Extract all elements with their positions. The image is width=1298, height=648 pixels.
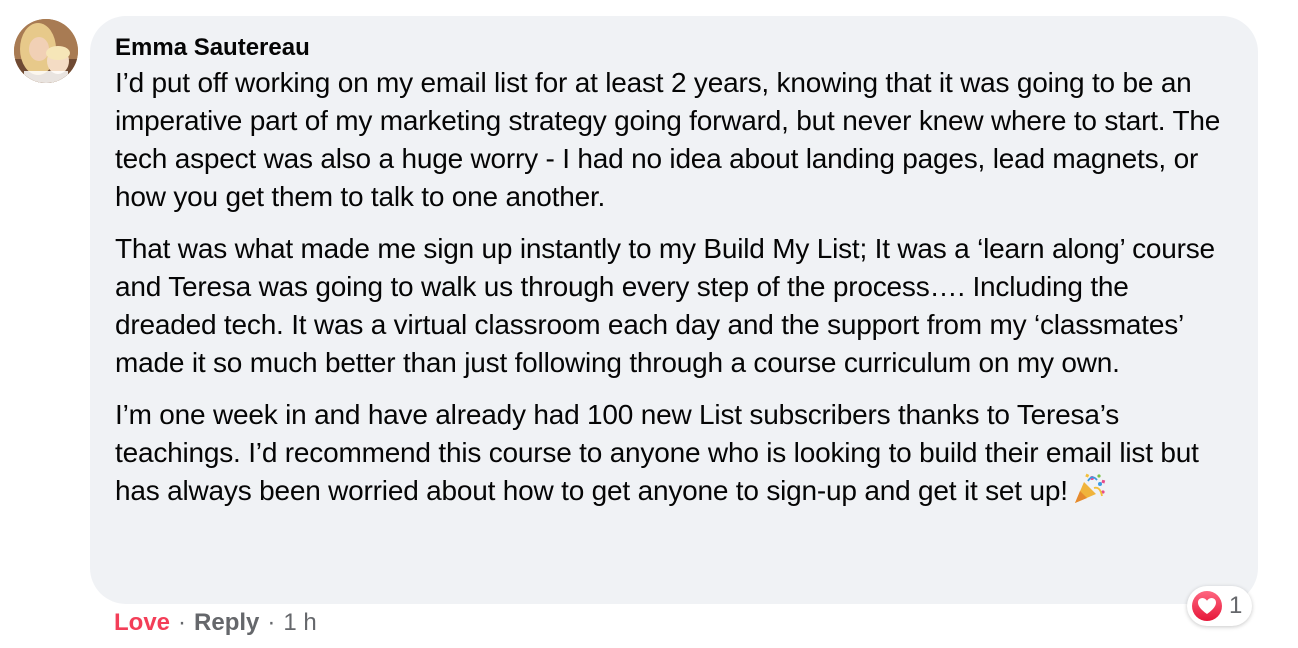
reaction-summary[interactable]: 1 (1187, 586, 1253, 626)
comment-paragraph-1: I’d put off working on my email list for… (115, 67, 1221, 212)
comment-bubble: Emma Sautereau I’d put off working on my… (90, 16, 1258, 604)
avatar-photo (14, 19, 78, 83)
reaction-count: 1 (1229, 592, 1243, 619)
separator: · (178, 609, 187, 636)
comment-actions: Love · Reply · 1 h (114, 606, 317, 640)
avatar[interactable] (14, 19, 78, 83)
party-popper-icon (1072, 472, 1106, 506)
author-name[interactable]: Emma Sautereau (115, 34, 310, 62)
reply-button[interactable]: Reply (194, 609, 259, 637)
heart-icon (1192, 591, 1222, 621)
comment-paragraph-2: That was what made me sign up instantly … (115, 233, 1215, 378)
timestamp[interactable]: 1 h (283, 609, 316, 637)
separator: · (267, 609, 276, 636)
comment: Emma Sautereau I’d put off working on my… (0, 0, 1298, 648)
comment-paragraph-3-text: I’m one week in and have already had 100… (115, 399, 1199, 506)
love-button[interactable]: Love (114, 609, 170, 637)
comment-paragraph-3: I’m one week in and have already had 100… (115, 396, 1234, 510)
